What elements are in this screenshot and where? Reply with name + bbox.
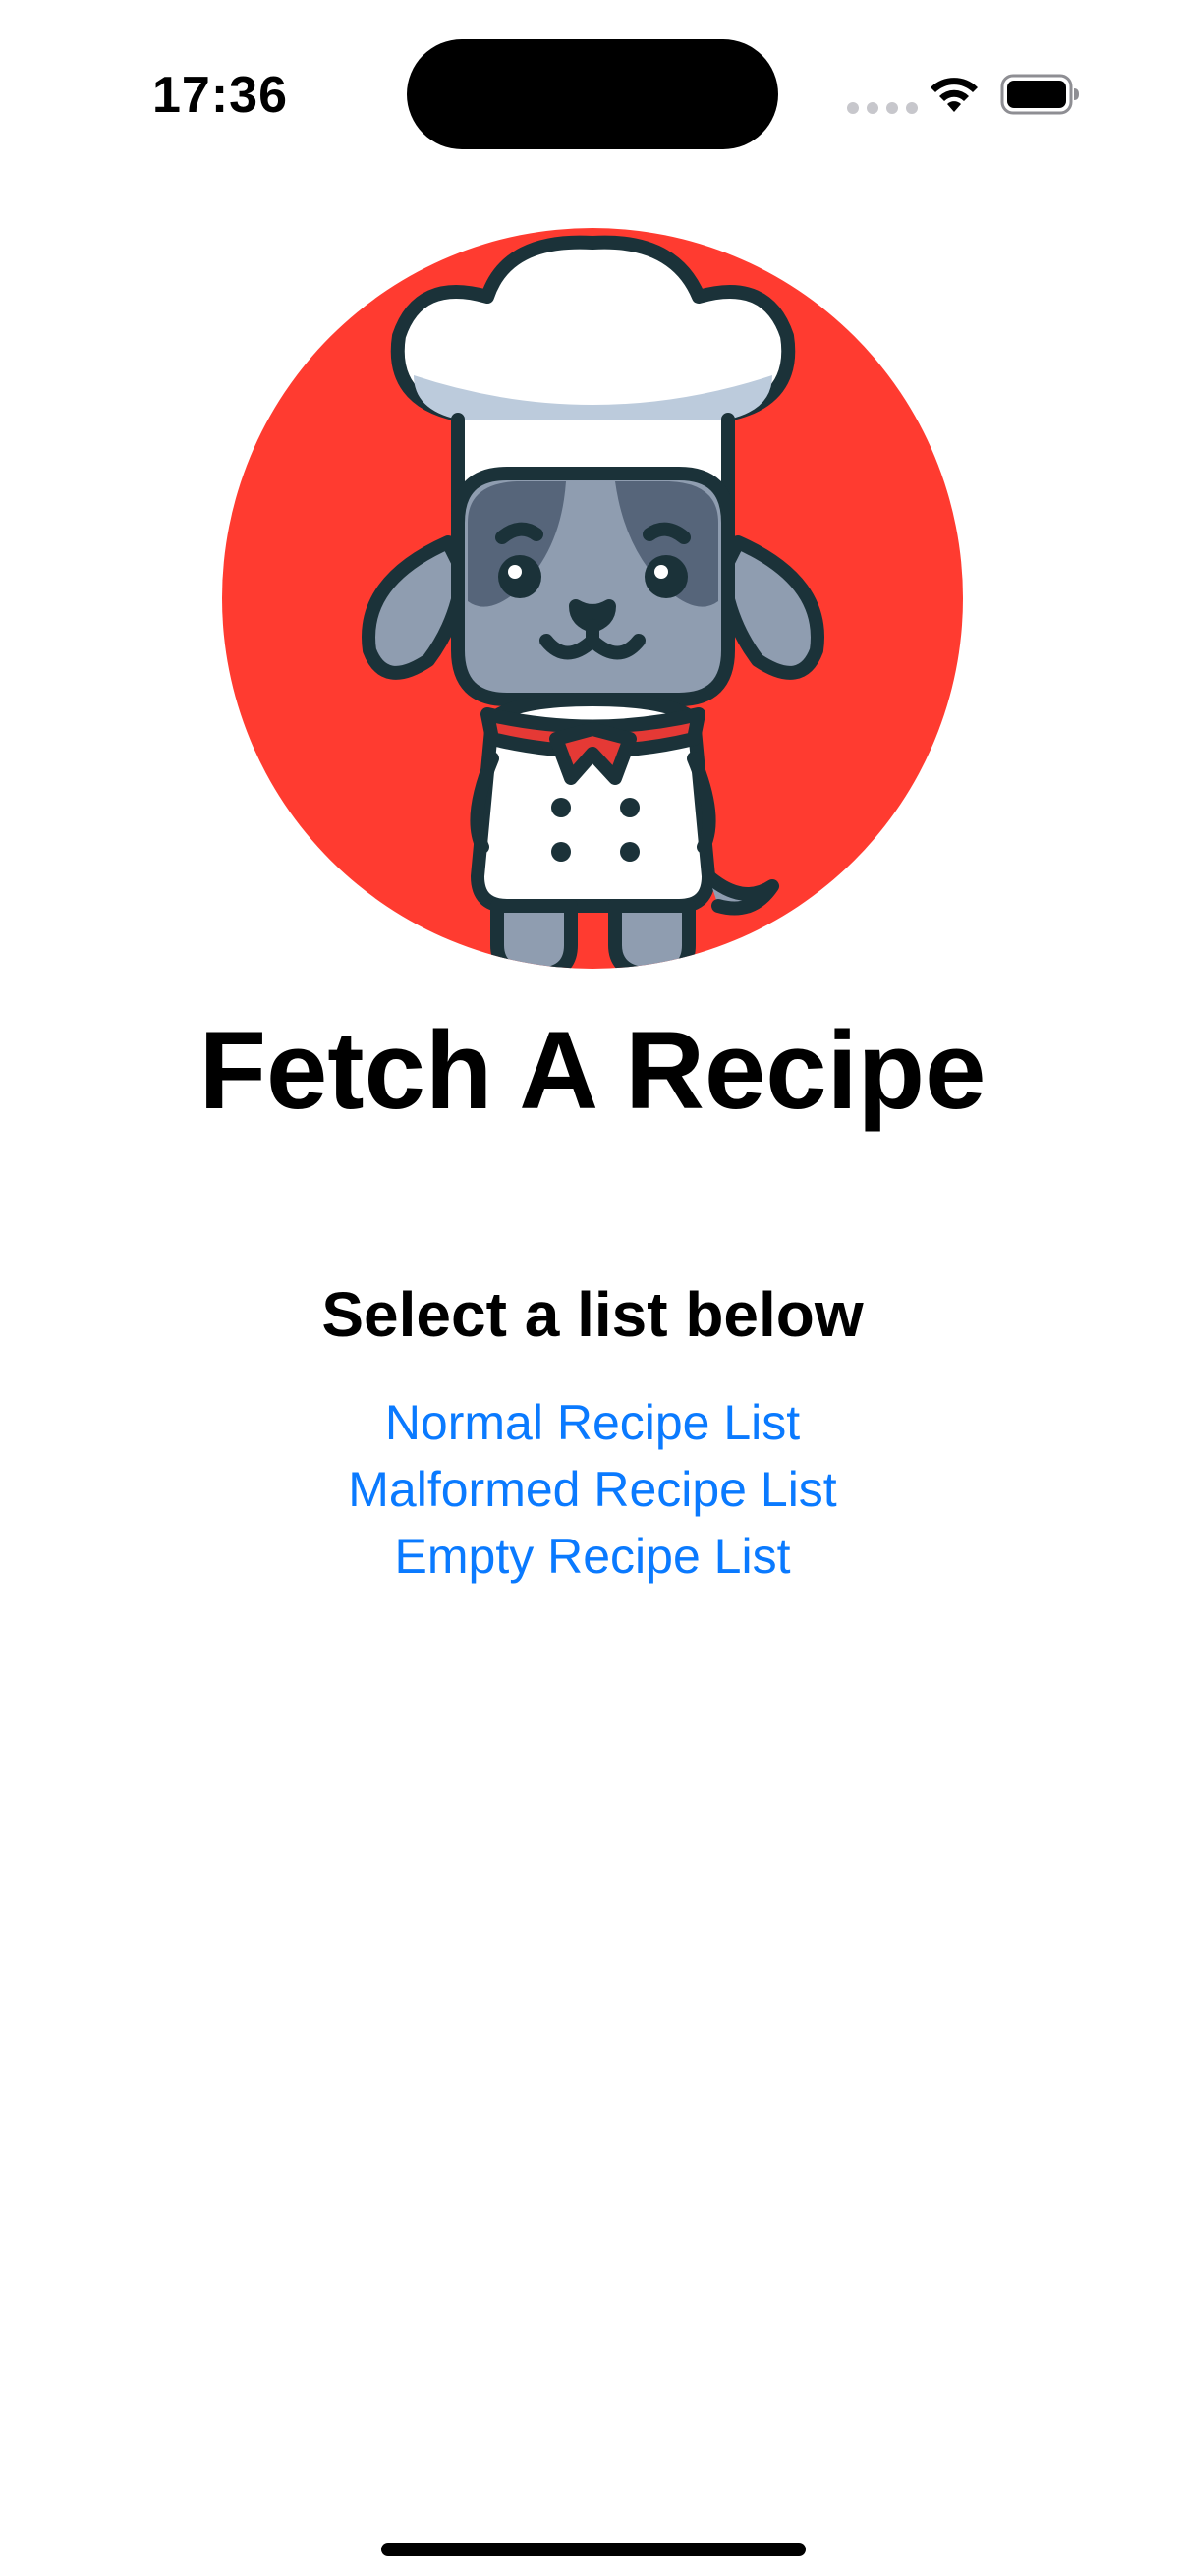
home-indicator[interactable] bbox=[381, 2543, 806, 2556]
app-title: Fetch A Recipe bbox=[198, 1009, 987, 1132]
empty-recipe-list-link[interactable]: Empty Recipe List bbox=[0, 1524, 1185, 1589]
select-list-heading: Select a list below bbox=[321, 1279, 864, 1350]
wifi-icon bbox=[931, 78, 978, 112]
signal-dots-icon bbox=[847, 102, 918, 114]
malformed-recipe-list-link[interactable]: Malformed Recipe List bbox=[0, 1457, 1185, 1522]
battery-icon bbox=[1000, 74, 1079, 115]
normal-recipe-list-link[interactable]: Normal Recipe List bbox=[0, 1390, 1185, 1455]
status-time: 17:36 bbox=[152, 67, 288, 124]
dynamic-island bbox=[407, 39, 778, 149]
chef-dog-logo-icon bbox=[222, 228, 963, 969]
